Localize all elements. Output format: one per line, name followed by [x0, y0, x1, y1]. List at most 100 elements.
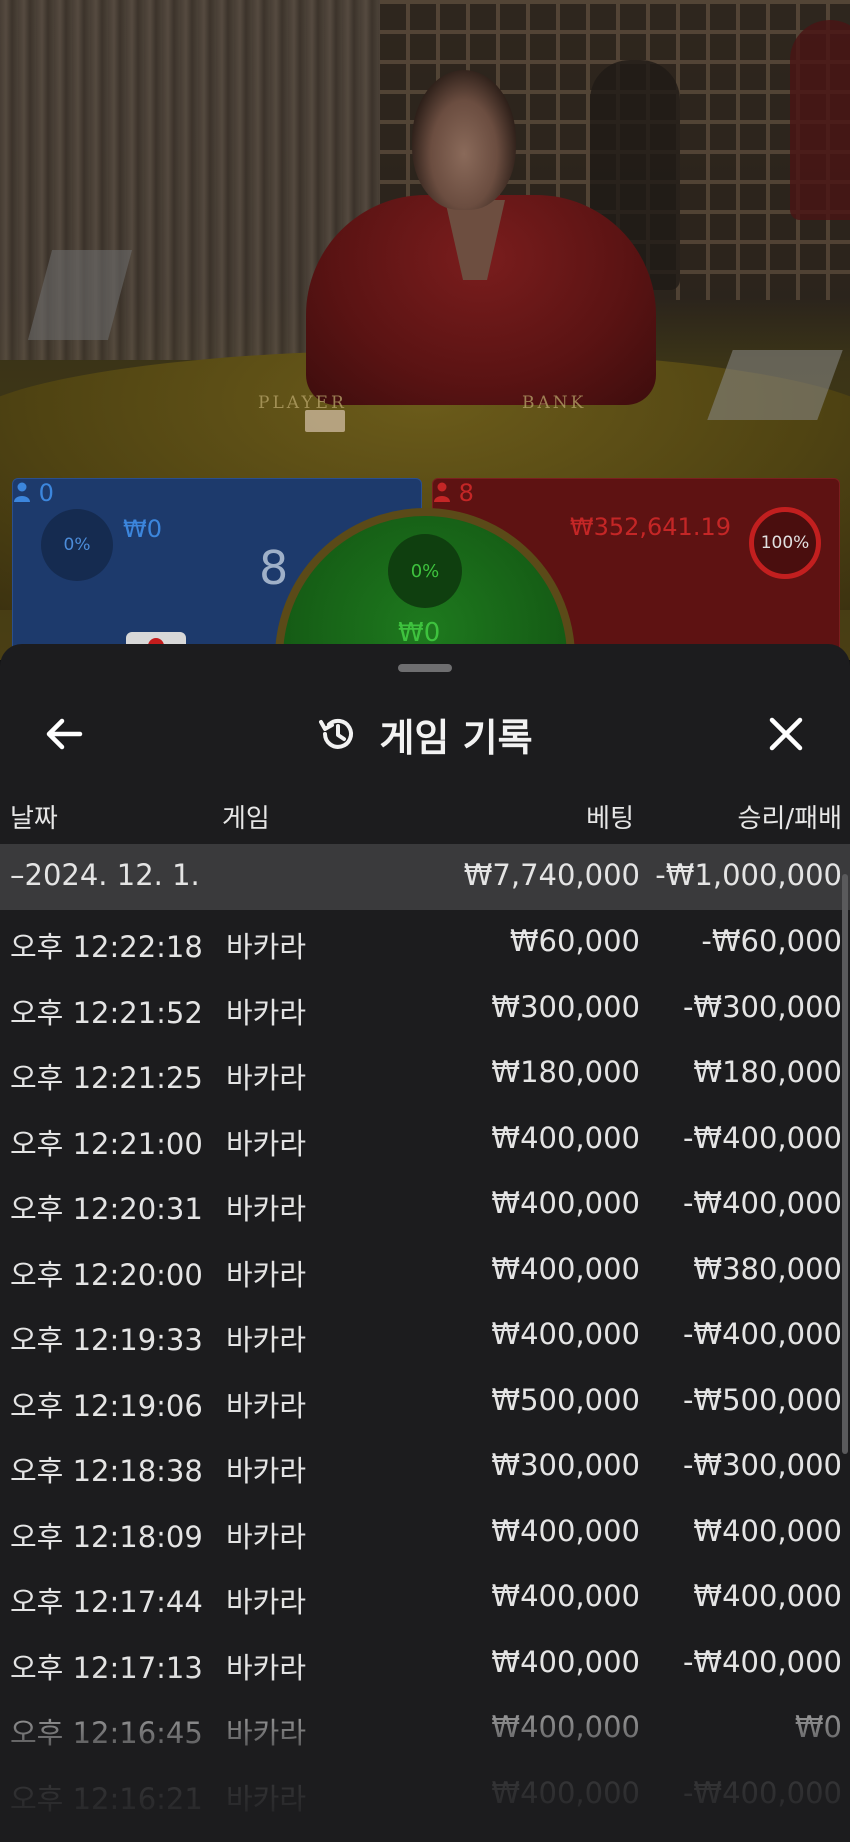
- row-game: 바카라: [226, 1585, 307, 1619]
- row-time: 오후 12:16:45: [10, 1716, 203, 1750]
- row-game: 바카라: [226, 995, 307, 1030]
- row-bet: ₩400,000: [491, 1579, 640, 1613]
- history-icon: [319, 718, 354, 749]
- player-count: 0: [13, 479, 54, 507]
- history-row[interactable]: 오후 12:18:38 바카라 ₩300,000 -₩300,000: [0, 1434, 850, 1500]
- player-percent-ring: 0%: [41, 509, 113, 581]
- sheet-header: 게임 기록: [0, 684, 850, 784]
- sheet-title-group: 게임 기록: [0, 704, 850, 764]
- banker-count: 8: [433, 479, 474, 507]
- row-win-loss: -₩400,000: [682, 1186, 842, 1220]
- row-time: 오후 12:18:38: [10, 1454, 203, 1488]
- row-bet: ₩400,000: [491, 1513, 640, 1548]
- player-bet-amount: ₩0: [123, 515, 162, 543]
- row-time: 오후 12:17:13: [10, 1650, 203, 1685]
- row-time: 오후 12:18:09: [10, 1519, 203, 1554]
- history-row[interactable]: 오후 12:16:21 바카라 ₩400,000 -₩400,000: [0, 1762, 850, 1828]
- row-win-loss: ₩400,000: [693, 1513, 842, 1548]
- history-row[interactable]: 오후 12:22:18 바카라 ₩60,000 -₩60,000: [0, 910, 850, 976]
- background-dealer: [790, 20, 850, 220]
- row-bet: ₩400,000: [491, 1120, 640, 1155]
- history-row[interactable]: 오후 12:21:25 바카라 ₩180,000 ₩180,000: [0, 1041, 850, 1107]
- row-bet: ₩400,000: [491, 1251, 640, 1286]
- history-row[interactable]: 오후 12:19:33 바카라 ₩400,000 -₩400,000: [0, 1303, 850, 1369]
- close-button[interactable]: [756, 704, 816, 764]
- player-score: 8: [259, 541, 289, 595]
- history-row[interactable]: 오후 12:21:52 바카라 ₩300,000 -₩300,000: [0, 976, 850, 1042]
- row-game: 바카라: [226, 1388, 307, 1423]
- row-time: 오후 12:16:21: [10, 1781, 203, 1816]
- row-bet: ₩180,000: [491, 1055, 640, 1089]
- row-time: 오후 12:21:00: [10, 1126, 203, 1161]
- row-game: 바카라: [226, 1650, 307, 1685]
- history-row[interactable]: 오후 12:17:44 바카라 ₩400,000 ₩400,000: [0, 1565, 850, 1631]
- table-header: 날짜 게임 베팅 승리/패배: [0, 784, 850, 844]
- history-row[interactable]: 오후 12:21:00 바카라 ₩400,000 -₩400,000: [0, 1107, 850, 1173]
- day-summary-date: –2024. 12. 1.: [10, 858, 200, 892]
- row-bet: ₩300,000: [491, 1448, 640, 1482]
- sheet-drag-handle[interactable]: [398, 664, 452, 672]
- row-win-loss: ₩400,000: [693, 1579, 842, 1613]
- column-header-date[interactable]: 날짜: [10, 798, 58, 835]
- banker-bet-amount: ₩352,641.19: [569, 513, 731, 541]
- row-game: 바카라: [226, 1519, 307, 1554]
- sheet-title: 게임 기록: [379, 715, 533, 760]
- row-game: 바카라: [226, 1192, 307, 1226]
- row-bet: ₩400,000: [491, 1710, 640, 1744]
- column-header-game[interactable]: 게임: [222, 798, 270, 835]
- row-time: 오후 12:19:33: [10, 1323, 203, 1357]
- row-win-loss: -₩400,000: [682, 1120, 842, 1155]
- history-list: –2024. 12. 1. ₩7,740,000 -₩1,000,000 오후 …: [0, 844, 850, 1827]
- row-time: 오후 12:19:06: [10, 1388, 203, 1423]
- row-game: 바카라: [226, 1257, 307, 1292]
- day-summary-win-loss: -₩1,000,000: [655, 858, 842, 892]
- person-icon: [14, 482, 30, 502]
- column-header-bet[interactable]: 베팅: [586, 798, 634, 835]
- row-game: 바카라: [226, 1061, 307, 1095]
- row-win-loss: ₩0: [794, 1710, 842, 1744]
- row-time: 오후 12:21:52: [10, 995, 203, 1030]
- row-bet: ₩60,000: [509, 924, 640, 958]
- row-game: 바카라: [226, 1126, 307, 1161]
- row-win-loss: -₩500,000: [682, 1382, 842, 1417]
- history-row[interactable]: 오후 12:20:00 바카라 ₩400,000 ₩380,000: [0, 1238, 850, 1304]
- row-win-loss: ₩180,000: [693, 1055, 842, 1089]
- row-game: 바카라: [226, 930, 307, 964]
- card: [305, 410, 345, 432]
- history-row[interactable]: 오후 12:18:09 바카라 ₩400,000 ₩400,000: [0, 1500, 850, 1566]
- row-win-loss: -₩400,000: [682, 1317, 842, 1351]
- row-time: 오후 12:22:18: [10, 930, 203, 964]
- column-header-win-loss[interactable]: 승리/패배: [738, 798, 842, 835]
- felt-label-banker: BANK: [522, 393, 587, 413]
- row-game: 바카라: [226, 1323, 307, 1357]
- dealer-head: [412, 70, 516, 210]
- row-game: 바카라: [226, 1716, 307, 1750]
- row-win-loss: -₩60,000: [701, 924, 842, 958]
- row-win-loss: -₩300,000: [682, 1448, 842, 1482]
- scrollbar[interactable]: [842, 874, 848, 1454]
- history-row[interactable]: 오후 12:17:13 바카라 ₩400,000 -₩400,000: [0, 1631, 850, 1697]
- row-time: 오후 12:21:25: [10, 1061, 203, 1095]
- row-bet: ₩400,000: [491, 1186, 640, 1220]
- banker-percent-ring: 100%: [749, 507, 821, 579]
- row-game: 바카라: [226, 1454, 307, 1488]
- row-game: 바카라: [226, 1781, 307, 1816]
- history-row[interactable]: 오후 12:19:06 바카라 ₩500,000 -₩500,000: [0, 1369, 850, 1435]
- row-time: 오후 12:20:31: [10, 1192, 203, 1226]
- close-icon: [769, 717, 803, 751]
- day-summary-row[interactable]: –2024. 12. 1. ₩7,740,000 -₩1,000,000: [0, 844, 850, 910]
- game-history-sheet: 게임 기록 날짜 게임 베팅 승리/패배 –2024. 12. 1. ₩7,74…: [0, 644, 850, 1842]
- row-win-loss: -₩300,000: [682, 989, 842, 1024]
- person-icon: [434, 482, 450, 502]
- history-row[interactable]: 오후 12:16:45 바카라 ₩400,000 ₩0: [0, 1696, 850, 1762]
- row-win-loss: ₩380,000: [693, 1251, 842, 1286]
- row-bet: ₩400,000: [491, 1775, 640, 1810]
- row-time: 오후 12:20:00: [10, 1257, 203, 1292]
- row-win-loss: -₩400,000: [682, 1644, 842, 1679]
- history-row[interactable]: 오후 12:20:31 바카라 ₩400,000 -₩400,000: [0, 1172, 850, 1238]
- row-bet: ₩400,000: [491, 1644, 640, 1679]
- row-bet: ₩300,000: [491, 989, 640, 1024]
- row-bet: ₩400,000: [491, 1317, 640, 1351]
- tie-percent-ring: 0%: [388, 534, 462, 608]
- row-bet: ₩500,000: [491, 1382, 640, 1417]
